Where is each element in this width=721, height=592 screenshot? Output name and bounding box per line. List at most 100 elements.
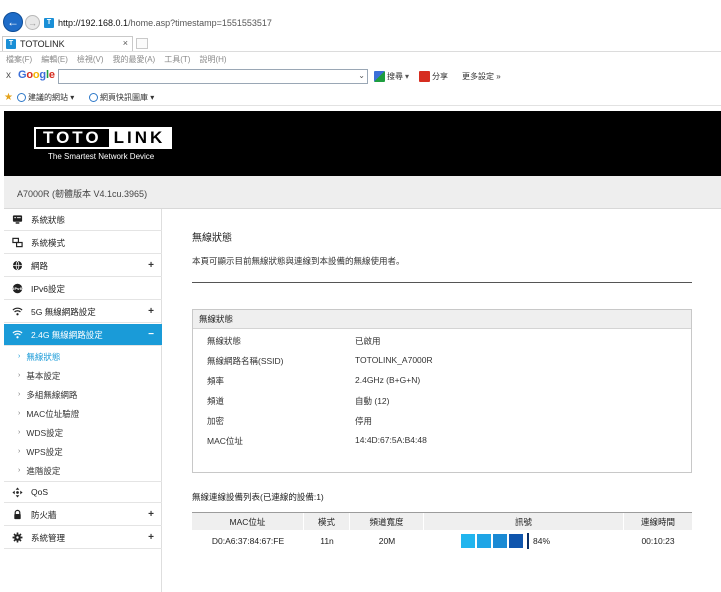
google-logo: Google (18, 69, 55, 81)
wifi-icon (12, 330, 23, 339)
totolink-logo: TOTO LINK The Smartest Network Device (34, 127, 173, 161)
sidebar: 系統狀態 系統模式 網路 + IPv6 IPv6設定 5G 無線網路設定 + 2… (4, 209, 162, 592)
submenu-multiple-ssid[interactable]: › 多組無線網路 (4, 385, 162, 404)
tab-title: TOTOLINK (20, 39, 65, 49)
gear-icon (12, 532, 23, 543)
favorite-suggested-sites[interactable]: 建議的網站 ▾ (17, 92, 74, 103)
sidebar-item-ipv6[interactable]: IPv6 IPv6設定 (4, 278, 162, 300)
bullet-icon: › (18, 353, 21, 360)
google-search-input[interactable]: ⌄ (58, 69, 368, 84)
expand-plus-icon[interactable]: + (148, 509, 154, 520)
submenu-label: WPS設定 (26, 446, 63, 457)
table-header: MAC位址 模式 頻道寬度 訊號 連線時間 (192, 512, 692, 531)
favorite-label: 建議的網站 ▾ (28, 93, 75, 102)
sidebar-item-qos[interactable]: QoS (4, 481, 162, 503)
menu-favorites[interactable]: 我的最愛(A) (113, 54, 156, 65)
browser-tab[interactable]: T TOTOLINK × (2, 36, 133, 51)
logo-link: LINK (108, 129, 171, 147)
sidebar-item-5g-wireless[interactable]: 5G 無線網路設定 + (4, 301, 162, 323)
favorites-star[interactable]: ★ (4, 92, 13, 103)
sidebar-item-system-management[interactable]: 系統管理 + (4, 527, 162, 549)
bullet-icon: › (18, 410, 21, 417)
submenu-mac-filter[interactable]: › MAC位址驗證 (4, 404, 162, 423)
header-banner: TOTO LINK The Smartest Network Device (4, 111, 721, 176)
status-label: 頻道 (207, 396, 225, 406)
menu-tools[interactable]: 工具(T) (164, 54, 190, 65)
expand-plus-icon[interactable]: + (148, 532, 154, 543)
client-mode: 11n (320, 536, 334, 546)
favorites-bar: ★ 建議的網站 ▾ 網頁快訊圖庫 ▾ (0, 88, 721, 106)
client-list-title: 無線連線設備列表(已連線的設備:1) (192, 492, 324, 502)
share-button[interactable]: 分享 (419, 71, 448, 82)
tab-close-icon[interactable]: × (123, 38, 128, 48)
url-host: http://192.168.0.1 (58, 18, 129, 28)
submenu-label: 基本設定 (26, 370, 61, 381)
status-label: 無線狀態 (207, 336, 242, 346)
bullet-icon: › (18, 448, 21, 455)
status-value: 自動 (12) (355, 396, 390, 406)
bullet-icon: › (18, 372, 21, 379)
client-table: MAC位址 模式 頻道寬度 訊號 連線時間 D0:A6:37:84:67:FE … (192, 512, 692, 549)
favorite-web-slice[interactable]: 網頁快訊圖庫 ▾ (89, 92, 154, 103)
expand-plus-icon[interactable]: + (148, 306, 154, 317)
expand-plus-icon[interactable]: + (148, 260, 154, 271)
sidebar-item-label: 防火牆 (31, 509, 57, 520)
sidebar-item-system-status[interactable]: 系統狀態 (4, 209, 162, 231)
bullet-icon: › (18, 429, 21, 436)
sidebar-item-system-mode[interactable]: 系統模式 (4, 232, 162, 254)
search-icon (374, 71, 385, 82)
signal-bar (477, 534, 491, 548)
sidebar-item-label: 網路 (31, 260, 49, 271)
network-mode-icon (12, 237, 23, 248)
submenu-wireless-status[interactable]: › 無線狀態 (4, 347, 162, 366)
status-row: 頻率 2.4GHz (B+G+N) (193, 371, 693, 391)
submenu-label: WDS設定 (26, 427, 64, 438)
share-label: 分享 (432, 72, 448, 81)
submenu-advanced[interactable]: › 進階設定 (4, 461, 162, 480)
status-row: 頻道 自動 (12) (193, 391, 693, 411)
share-icon (419, 71, 430, 82)
forward-button[interactable]: → (25, 15, 40, 30)
search-button[interactable]: 搜尋 ▾ (374, 71, 409, 82)
menu-help[interactable]: 說明(H) (199, 54, 226, 65)
submenu-wds[interactable]: › WDS設定 (4, 423, 162, 442)
title-divider (192, 282, 692, 283)
status-value: TOTOLINK_A7000R (355, 355, 433, 365)
lock-icon (14, 509, 21, 520)
more-settings-button[interactable]: 更多設定 » (462, 71, 501, 82)
url-field[interactable]: T http://192.168.0.1/home.asp?timestamp=… (44, 16, 324, 30)
status-label: 無線網路名稱(SSID) (207, 356, 284, 366)
ie-page-icon (17, 93, 26, 102)
sidebar-item-24g-wireless[interactable]: 2.4G 無線網路設定 − (4, 324, 162, 346)
bullet-icon: › (18, 467, 21, 474)
signal-bar (493, 534, 507, 548)
star-icon: ★ (4, 92, 13, 103)
favorite-label: 網頁快訊圖庫 ▾ (100, 93, 155, 102)
signal-meter: 84% (461, 533, 550, 549)
client-mac: D0:A6:37:84:67:FE (211, 536, 285, 546)
dropdown-arrow-icon[interactable]: ⌄ (358, 71, 365, 80)
menu-file[interactable]: 檔案(F) (6, 54, 32, 65)
toolbar-close-icon[interactable]: x (6, 70, 11, 81)
collapse-minus-icon[interactable]: − (148, 329, 154, 340)
signal-percent: 84% (533, 536, 551, 546)
signal-bar (461, 534, 475, 548)
tab-favicon-icon: T (6, 39, 16, 49)
back-button[interactable]: ← (3, 12, 23, 32)
sidebar-item-network[interactable]: 網路 + (4, 255, 162, 277)
router-page: TOTO LINK The Smartest Network Device A7… (4, 111, 721, 592)
back-arrow-icon: ← (7, 15, 19, 29)
sidebar-item-label: 2.4G 無線網路設定 (31, 329, 103, 340)
sidebar-item-label: 系統管理 (31, 532, 66, 543)
status-value: 14:4D:67:5A:B4:48 (355, 435, 427, 445)
wireless-status-panel: 無線狀態 無線狀態 已啟用 無線網路名稱(SSID) TOTOLINK_A7000R… (192, 309, 692, 473)
submenu-basic-settings[interactable]: › 基本設定 (4, 366, 162, 385)
globe-icon (12, 260, 23, 271)
menu-edit[interactable]: 編輯(E) (41, 54, 68, 65)
new-tab-button[interactable] (136, 38, 148, 49)
column-header-signal: 訊號 (424, 513, 624, 531)
submenu-wps[interactable]: › WPS設定 (4, 442, 162, 461)
menu-view[interactable]: 檢視(V) (77, 54, 104, 65)
sidebar-item-firewall[interactable]: 防火牆 + (4, 504, 162, 526)
submenu-label: 進階設定 (26, 465, 61, 476)
